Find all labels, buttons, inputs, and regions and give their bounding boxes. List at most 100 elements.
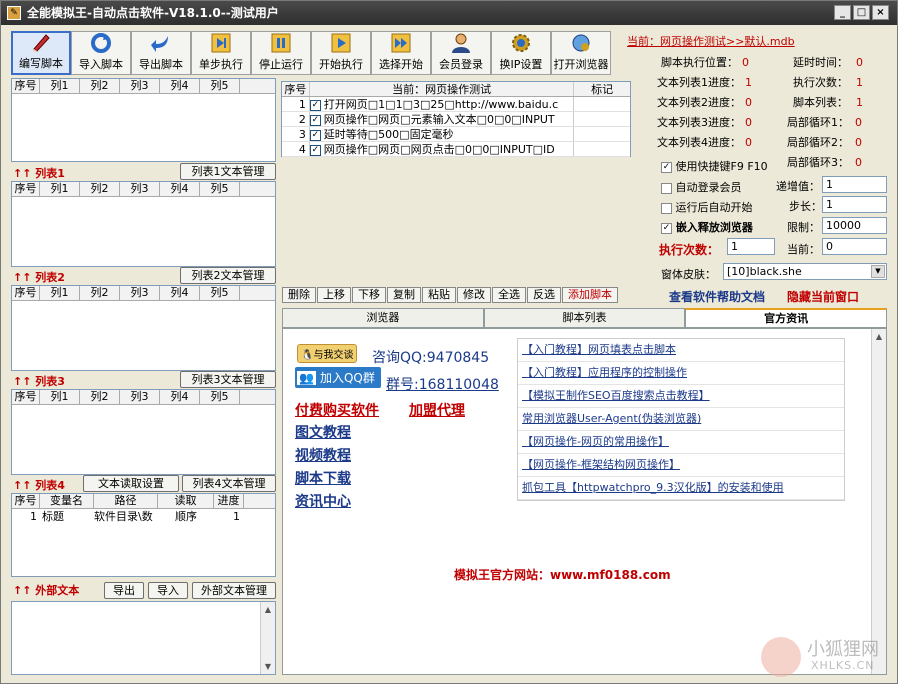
table-row[interactable]: 3 ✓ 延时等待□500□固定毫秒 (282, 127, 630, 142)
script-command-table[interactable]: 序号 当前：网页操作测试 标记 1 ✓ 打开网页□1□1□3□25□http:/… (281, 81, 631, 157)
auto-start-checkbox[interactable]: 运行后自动开始 (661, 199, 753, 215)
auto-login-checkbox[interactable]: 自动登录会员 (661, 179, 742, 195)
stat-list1-progress: 文本列表1进度： 1 (657, 76, 752, 89)
tab-official-news[interactable]: 官方资讯 (685, 308, 888, 328)
scroll-down-icon[interactable]: ▼ (261, 659, 275, 674)
fast-forward-icon (389, 32, 413, 54)
maximize-button[interactable]: □ (853, 5, 870, 20)
pause-icon (269, 32, 293, 54)
current-script-file[interactable]: 当前：网页操作测试>>默认.mdb (627, 33, 795, 49)
script-download-link[interactable]: 脚本下载 (295, 468, 351, 488)
export-script-button[interactable]: 导出脚本 (131, 31, 191, 75)
table-row[interactable]: 4 ✓ 网页操作□网页□网页点击□0□0□INPUT□ID (282, 142, 630, 157)
export-text-button[interactable]: 导出 (104, 582, 144, 599)
close-button[interactable]: × (872, 5, 889, 20)
join-qq-group-badge[interactable]: 👥 加入QQ群 (295, 367, 381, 388)
browser-icon (569, 32, 593, 54)
scroll-up-icon[interactable]: ▲ (261, 602, 275, 617)
add-script-button[interactable]: 添加脚本 (562, 287, 618, 303)
refresh-icon (89, 32, 113, 54)
stop-run-button[interactable]: 停止运行 (251, 31, 311, 75)
modify-button[interactable]: 修改 (457, 287, 491, 303)
delete-button[interactable]: 删除 (282, 287, 316, 303)
chat-with-me-badge[interactable]: 🐧与我交谈 (297, 344, 358, 363)
watermark: 小狐狸网 XHLKS.CN (761, 633, 889, 679)
qq-group-number[interactable]: 群号:168110048 (386, 374, 499, 394)
tutorial-links-list: 【入门教程】网页填表点击脚本 【入门教程】应用程序的控制操作 【模拟王制作SEO… (517, 338, 845, 501)
row-checkbox[interactable]: ✓ (309, 144, 321, 156)
stat-exec-position: 脚本执行位置： 0 (661, 56, 749, 69)
row-checkbox[interactable]: ✓ (309, 114, 321, 126)
limit-input[interactable]: 10000 (822, 217, 887, 234)
copy-button[interactable]: 复制 (387, 287, 421, 303)
list1-grid[interactable]: 序号 列1 列2 列3 列4 列5 (11, 181, 276, 267)
skin-select[interactable]: [10]black.she ▼ (723, 263, 887, 280)
invert-select-button[interactable]: 反选 (527, 287, 561, 303)
table-row[interactable]: 1 标题 软件目录\数 顺序 1 (12, 509, 275, 524)
list3-grid[interactable]: 序号 列1 列2 列3 列4 列5 (11, 389, 276, 475)
list1-text-manage-button[interactable]: 列表1文本管理 (180, 163, 276, 180)
text-read-settings-button[interactable]: 文本读取设置 (83, 475, 179, 492)
main-list-grid[interactable]: 序号 列1 列2 列3 列4 列5 (11, 78, 276, 162)
paste-button[interactable]: 粘贴 (422, 287, 456, 303)
stat-list2-progress: 文本列表2进度： 0 (657, 96, 752, 109)
tab-browser[interactable]: 浏览器 (282, 308, 484, 328)
tab-script-list[interactable]: 脚本列表 (483, 308, 686, 328)
join-agent-link[interactable]: 加盟代理 (409, 400, 465, 420)
hide-window-link[interactable]: 隐藏当前窗口 (787, 288, 859, 305)
import-script-button[interactable]: 导入脚本 (71, 31, 131, 75)
video-tutorial-link[interactable]: 视频教程 (295, 445, 351, 465)
news-scrollbar[interactable]: ▲ (871, 329, 886, 674)
list-item[interactable]: 【网页操作-框架结构网页操作】 (518, 454, 844, 477)
write-script-button[interactable]: 编写脚本 (11, 31, 71, 75)
app-icon: ✎ (7, 6, 21, 20)
table-row[interactable]: 1 ✓ 打开网页□1□1□3□25□http://www.baidu.c (282, 97, 630, 112)
start-execute-button[interactable]: 开始执行 (311, 31, 371, 75)
external-text-scrollbar[interactable]: ▲ ▼ (260, 602, 275, 674)
scroll-up-icon[interactable]: ▲ (872, 329, 886, 344)
ip-settings-button[interactable]: 换IP设置 (491, 31, 551, 75)
exec-times-input[interactable]: 1 (727, 238, 775, 255)
select-all-button[interactable]: 全选 (492, 287, 526, 303)
open-browser-button[interactable]: 打开浏览器 (551, 31, 611, 75)
list3-label: ↑↑ 列表3 (13, 375, 65, 388)
external-text-area[interactable]: ▲ ▼ (11, 601, 276, 675)
list3-text-manage-button[interactable]: 列表3文本管理 (180, 371, 276, 388)
list2-grid[interactable]: 序号 列1 列2 列3 列4 列5 (11, 285, 276, 371)
row-checkbox[interactable]: ✓ (309, 129, 321, 141)
stat-script-list: 脚本列表： 1 (793, 96, 863, 109)
embed-browser-checkbox[interactable]: ✓ 嵌入释放浏览器 (661, 219, 753, 235)
list-item[interactable]: 【模拟王制作SEO百度搜索点击教程】 (518, 385, 844, 408)
news-center-link[interactable]: 资讯中心 (295, 491, 351, 511)
skin-label: 窗体皮肤： (661, 268, 716, 281)
import-text-button[interactable]: 导入 (148, 582, 188, 599)
minimize-button[interactable]: _ (834, 5, 851, 20)
move-down-button[interactable]: 下移 (352, 287, 386, 303)
hotkey-checkbox[interactable]: ✓ 使用快捷键F9 F10 (661, 158, 768, 174)
list-item[interactable]: 抓包工具【httpwatchpro_9.3汉化版】的安装和使用 (518, 477, 844, 500)
chevron-down-icon[interactable]: ▼ (871, 265, 885, 278)
table-row[interactable]: 2 ✓ 网页操作□网页□元素输入文本□0□0□INPUT (282, 112, 630, 127)
variable-grid[interactable]: 序号 变量名 路径 读取 进度 1 标题 软件目录\数 顺序 1 (11, 493, 276, 577)
buy-software-link[interactable]: 付费购买软件 (295, 400, 379, 420)
official-website-link[interactable]: 模拟王官方网站：www.mf0188.com (454, 566, 671, 583)
list-item[interactable]: 【入门教程】网页填表点击脚本 (518, 339, 844, 362)
export-arrow-icon (149, 32, 173, 54)
member-login-button[interactable]: 会员登录 (431, 31, 491, 75)
select-start-button[interactable]: 选择开始 (371, 31, 431, 75)
step-input[interactable]: 1 (822, 196, 887, 213)
list-item[interactable]: 常用浏览器User-Agent(伪装浏览器) (518, 408, 844, 431)
list2-text-manage-button[interactable]: 列表2文本管理 (180, 267, 276, 284)
increment-input[interactable]: 1 (822, 176, 887, 193)
list4-text-manage-button[interactable]: 列表4文本管理 (182, 475, 276, 492)
script-ops-bar: 删除 上移 下移 复制 粘贴 修改 全选 反选 添加脚本 (282, 287, 619, 303)
move-up-button[interactable]: 上移 (317, 287, 351, 303)
step-execute-button[interactable]: 单步执行 (191, 31, 251, 75)
list-item[interactable]: 【入门教程】应用程序的控制操作 (518, 362, 844, 385)
list-item[interactable]: 【网页操作-网页的常用操作】 (518, 431, 844, 454)
help-doc-link[interactable]: 查看软件帮助文档 (669, 288, 765, 305)
external-text-manage-button[interactable]: 外部文本管理 (192, 582, 276, 599)
image-tutorial-link[interactable]: 图文教程 (295, 422, 351, 442)
row-checkbox[interactable]: ✓ (309, 99, 321, 111)
current-count-input[interactable]: 0 (822, 238, 887, 255)
